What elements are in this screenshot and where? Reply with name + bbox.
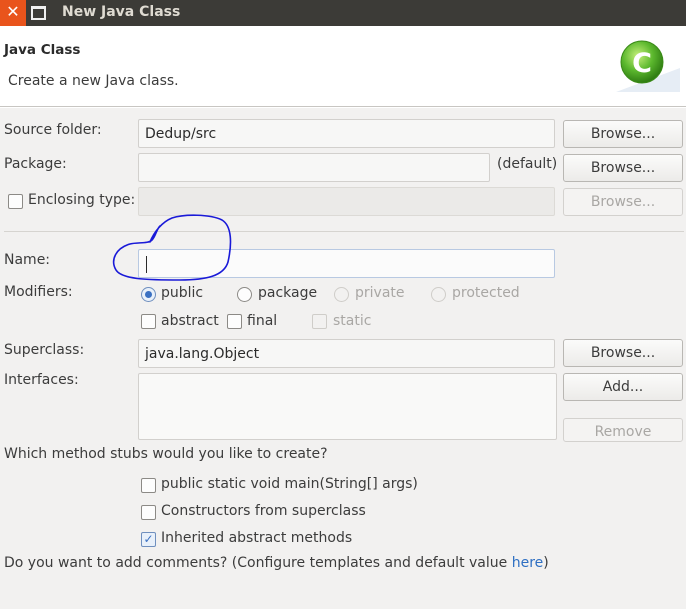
modifier-abstract-label: abstract xyxy=(161,313,219,329)
page-subtitle: Create a new Java class. xyxy=(8,73,179,89)
close-icon: ✕ xyxy=(6,2,20,21)
modifier-package-label: package xyxy=(258,285,318,301)
handwritten-annotation-circle xyxy=(112,214,232,281)
superclass-browse-button[interactable]: Browse... xyxy=(563,339,683,367)
superclass-label: Superclass: xyxy=(4,342,85,358)
modifier-protected-radio xyxy=(431,287,446,302)
window-title: New Java Class xyxy=(62,4,181,20)
source-folder-label: Source folder: xyxy=(4,122,102,138)
modifier-abstract-checkbox[interactable] xyxy=(141,314,156,329)
header-divider-highlight xyxy=(0,107,686,108)
modifier-private-radio xyxy=(334,287,349,302)
stub-main-label: public static void main(String[] args) xyxy=(161,476,418,492)
modifier-final-label: final xyxy=(247,313,278,329)
stub-constructors-checkbox[interactable] xyxy=(141,505,156,520)
name-label: Name: xyxy=(4,252,51,268)
superclass-input[interactable]: java.lang.Object xyxy=(138,339,555,368)
enclosing-type-browse-button: Browse... xyxy=(563,188,683,216)
modifier-static-label: static xyxy=(333,313,372,329)
enclosing-type-label: Enclosing type: xyxy=(28,192,136,208)
modifier-package-radio[interactable] xyxy=(237,287,252,302)
page-title: Java Class xyxy=(4,42,81,58)
superclass-value: java.lang.Object xyxy=(145,346,260,362)
source-folder-input[interactable]: Dedup/src xyxy=(138,119,555,148)
method-stubs-question: Which method stubs would you like to cre… xyxy=(4,446,328,462)
comments-question-suffix: ) xyxy=(543,555,549,571)
interfaces-list[interactable] xyxy=(138,373,557,440)
interfaces-label: Interfaces: xyxy=(4,372,79,388)
modifier-private-label: private xyxy=(355,285,405,301)
interfaces-remove-button: Remove xyxy=(563,418,683,442)
configure-templates-link[interactable]: here xyxy=(512,555,544,571)
stub-main-checkbox[interactable] xyxy=(141,478,156,493)
logo-letter: C xyxy=(632,48,652,79)
package-browse-button[interactable]: Browse... xyxy=(563,154,683,182)
modifier-final-checkbox[interactable] xyxy=(227,314,242,329)
stub-constructors-label: Constructors from superclass xyxy=(161,503,366,519)
section-divider xyxy=(4,231,684,232)
source-folder-value: Dedup/src xyxy=(145,126,217,142)
maximize-button[interactable] xyxy=(31,6,46,20)
modifier-protected-label: protected xyxy=(452,285,520,301)
comments-question: Do you want to add comments? (Configure … xyxy=(4,555,549,571)
package-input[interactable] xyxy=(138,153,490,182)
modifier-public-label: public xyxy=(161,285,204,301)
stub-inherited-abstract-label: Inherited abstract methods xyxy=(161,530,353,546)
java-class-logo-icon: C xyxy=(616,40,680,92)
source-folder-browse-button[interactable]: Browse... xyxy=(563,120,683,148)
enclosing-type-checkbox[interactable] xyxy=(8,194,23,209)
stub-inherited-abstract-checkbox[interactable]: ✓ xyxy=(141,532,156,547)
interfaces-add-button[interactable]: Add... xyxy=(563,373,683,401)
modifier-static-checkbox xyxy=(312,314,327,329)
modifier-public-radio[interactable] xyxy=(141,287,156,302)
package-default-hint: (default) xyxy=(497,156,558,172)
close-button[interactable]: ✕ xyxy=(0,0,26,26)
modifiers-label: Modifiers: xyxy=(4,284,73,300)
package-label: Package: xyxy=(4,156,67,172)
dialog-header xyxy=(0,26,686,106)
comments-question-text: Do you want to add comments? (Configure … xyxy=(4,555,512,571)
checkmark-icon: ✓ xyxy=(143,532,154,546)
